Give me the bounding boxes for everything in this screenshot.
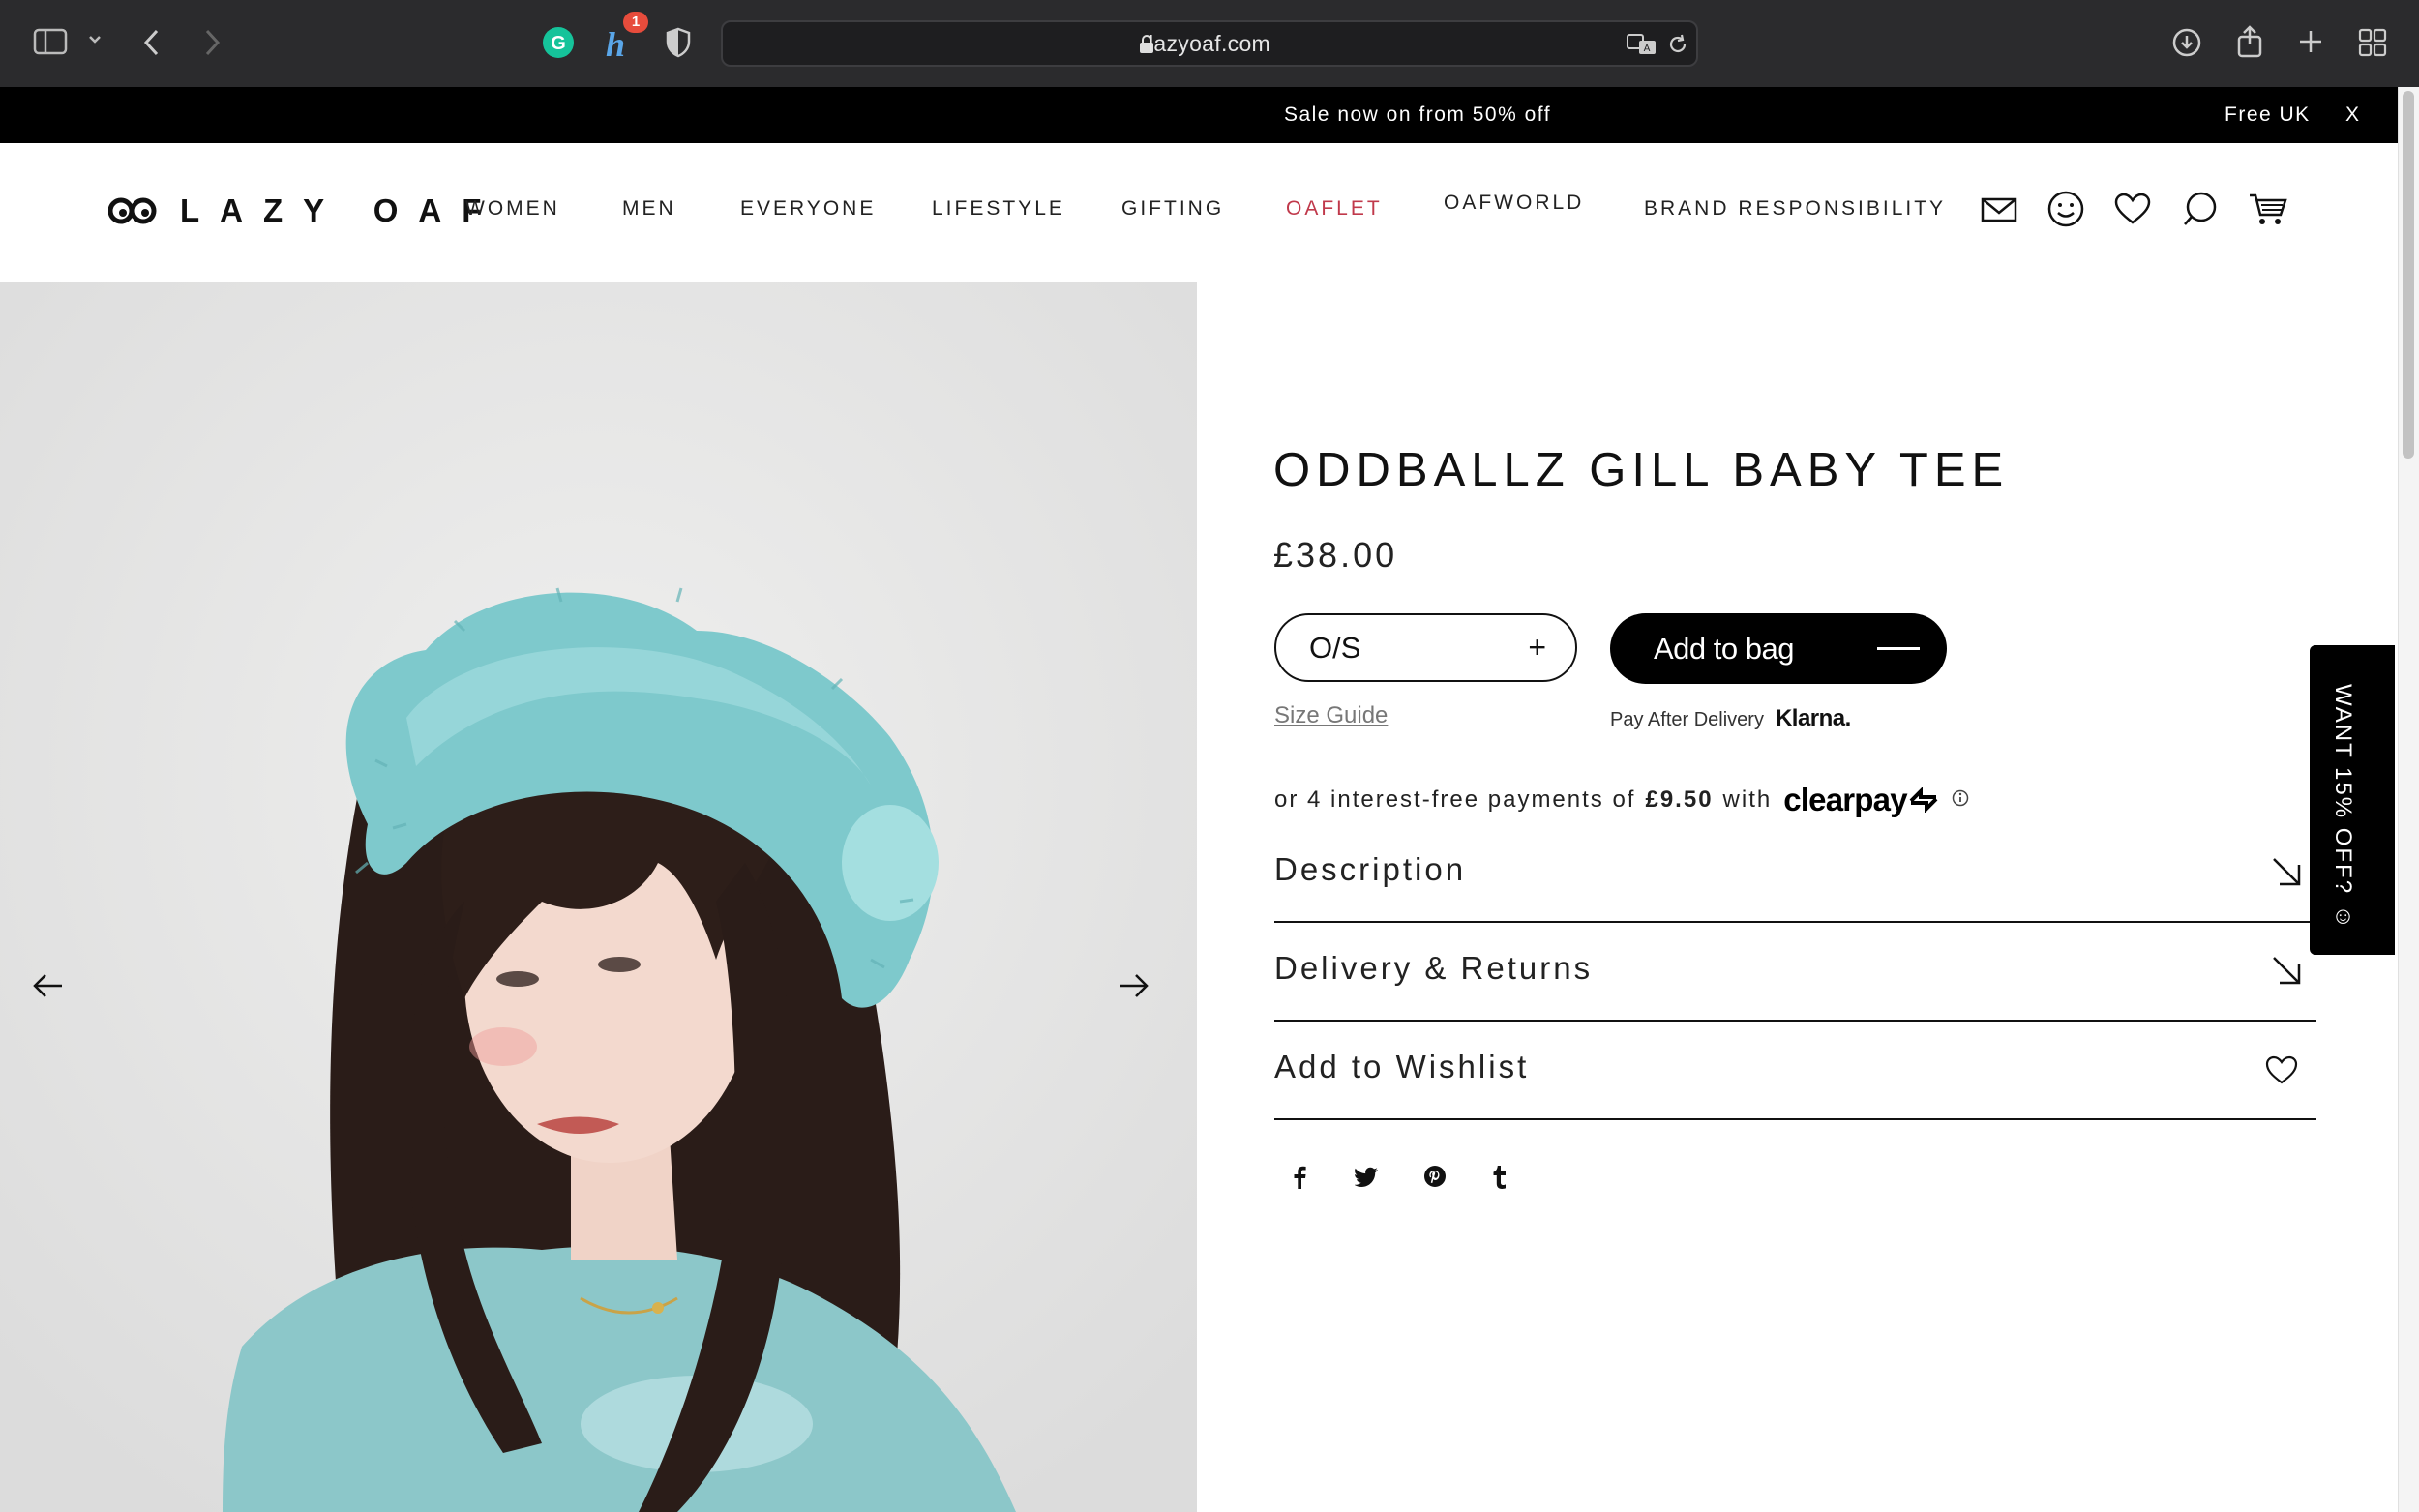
add-to-bag-label: Add to bag (1654, 632, 1794, 666)
pinterest-icon[interactable] (1422, 1164, 1448, 1194)
nav-men[interactable]: MEN (622, 197, 676, 221)
new-tab-icon[interactable] (2297, 28, 2324, 55)
info-icon[interactable] (1952, 786, 1969, 814)
nav-brand-responsibility[interactable]: BRAND RESPONSIBILITY (1644, 197, 1946, 221)
discount-popup-label: WANT 15% OFF? ☺ (2330, 684, 2356, 932)
heart-icon (2264, 1054, 2299, 1090)
add-to-wishlist-label: Add to Wishlist (1274, 1049, 1530, 1084)
site-header: LAZY OAF WOMEN MEN EVERYONE LIFESTYLE GI… (0, 143, 2398, 282)
share-icon[interactable] (2235, 25, 2264, 58)
clearpay-info: or 4 interest-free payments of £9.50 wit… (1274, 782, 1969, 818)
clearpay-amount: £9.50 (1645, 786, 1714, 813)
promo-message[interactable]: Sale now on from 50% off (0, 87, 2419, 143)
nav-oaflet[interactable]: OAFLET (1286, 197, 1383, 221)
discount-popup-tab[interactable]: WANT 15% OFF? ☺ (2310, 645, 2395, 955)
downloads-icon[interactable] (2171, 27, 2202, 58)
clearpay-prefix: or 4 interest-free payments of (1274, 786, 1636, 813)
nav-lifestyle[interactable]: LIFESTYLE (932, 197, 1065, 221)
add-to-wishlist-row[interactable]: Add to Wishlist (1274, 1022, 2316, 1120)
size-selector[interactable]: O/S + (1274, 613, 1577, 682)
accordion-delivery-label: Delivery & Returns (1274, 950, 1594, 986)
extension-badge: 1 (623, 12, 648, 33)
cart-icon[interactable] (2248, 190, 2288, 233)
accordion-description-label: Description (1274, 851, 1467, 887)
grammarly-extension-icon[interactable]: G (542, 26, 575, 59)
dash-icon (1877, 647, 1920, 650)
facebook-icon[interactable] (1290, 1164, 1309, 1196)
klarna-text: Pay After Delivery (1610, 709, 1764, 730)
svg-text:h: h (606, 25, 625, 62)
diagonal-arrow-icon (2270, 855, 2303, 893)
shield-icon[interactable] (666, 27, 691, 58)
previous-image-arrow-icon[interactable] (32, 969, 65, 1007)
translate-icon[interactable]: A (1627, 33, 1657, 56)
wishlist-heart-icon[interactable] (2113, 190, 2152, 233)
size-plus-icon: + (1528, 630, 1546, 665)
forward-arrow-icon[interactable] (201, 27, 223, 58)
klarna-logo: Klarna. (1775, 705, 1851, 731)
url-text: lazyoaf.com (1148, 31, 1270, 56)
promo-bar: Sale now on from 50% off Free UK X (0, 87, 2398, 143)
nav-oafworld[interactable]: OAFWORLD (1444, 192, 1584, 215)
accordion-delivery-returns[interactable]: Delivery & Returns (1274, 923, 2316, 1022)
nav-everyone[interactable]: EVERYONE (740, 197, 876, 221)
account-smiley-icon[interactable] (2046, 190, 2085, 233)
klarna-info[interactable]: Pay After Delivery Klarna. (1610, 705, 1851, 732)
logo-eyes-icon (108, 197, 157, 224)
mail-icon[interactable] (1981, 190, 2017, 233)
clearpay-arrows-icon (1909, 787, 1938, 813)
product-photo (0, 282, 1197, 1512)
twitter-icon[interactable] (1354, 1164, 1380, 1194)
site-logo[interactable]: LAZY OAF (108, 192, 501, 230)
next-image-arrow-icon[interactable] (1117, 969, 1150, 1007)
clearpay-with: with (1722, 786, 1773, 813)
address-bar[interactable]: lazyoaf.com A (721, 20, 1698, 67)
tab-overview-icon[interactable] (2358, 28, 2387, 57)
chevron-down-icon[interactable] (87, 33, 103, 46)
svg-text:A: A (1644, 44, 1651, 54)
search-icon[interactable] (2181, 190, 2220, 233)
back-arrow-icon[interactable] (141, 27, 163, 58)
product-price: £38.00 (1273, 535, 1398, 575)
nav-gifting[interactable]: GIFTING (1121, 197, 1224, 221)
accordion-description[interactable]: Description (1274, 824, 2316, 923)
promo-shipping-text: Free UK (2225, 104, 2311, 126)
scrollbar-thumb[interactable] (2403, 91, 2414, 459)
add-to-bag-button[interactable]: Add to bag (1610, 613, 1947, 684)
size-value: O/S (1309, 631, 1361, 665)
reload-icon[interactable] (1666, 33, 1689, 56)
nav-women[interactable]: WOMEN (465, 197, 560, 221)
promo-close-button[interactable]: X (2345, 87, 2359, 143)
size-guide-link[interactable]: Size Guide (1274, 702, 1388, 729)
sidebar-toggle-icon[interactable] (33, 27, 68, 56)
product-image (0, 282, 1197, 1512)
page-scrollbar[interactable] (2398, 87, 2419, 1512)
diagonal-arrow-icon (2270, 954, 2303, 992)
browser-toolbar: G h 1 lazyoaf.com A (0, 0, 2419, 87)
clearpay-logo: clearpay (1783, 782, 1907, 817)
svg-text:G: G (551, 33, 566, 54)
logo-text: LAZY OAF (180, 193, 502, 228)
tumblr-icon[interactable] (1490, 1164, 1508, 1196)
product-title: ODDBALLZ GILL BABY TEE (1273, 444, 2010, 496)
